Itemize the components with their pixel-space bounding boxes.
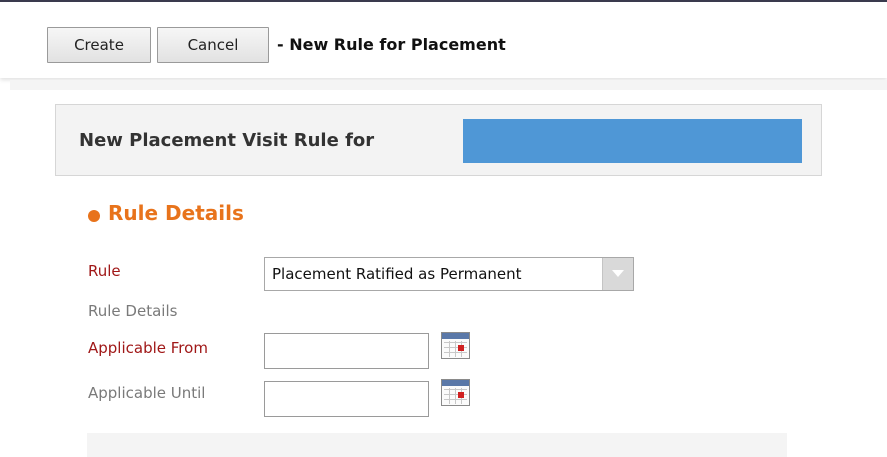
create-button[interactable]: Create <box>47 27 151 63</box>
page-title: - New Rule for Placement <box>277 35 506 54</box>
rule-select[interactable]: Placement Ratified as Permanent <box>264 257 634 291</box>
calendar-icon[interactable] <box>441 379 470 406</box>
divider <box>10 80 887 90</box>
chevron-down-icon[interactable] <box>602 258 633 290</box>
section-title: Rule Details <box>108 201 244 225</box>
calendar-date-marker <box>458 345 464 351</box>
rule-header-title: New Placement Visit Rule for <box>79 130 375 151</box>
footer-strip <box>87 433 787 457</box>
applicable-from-label: Applicable From <box>88 339 208 357</box>
section-bullet-icon <box>88 210 100 222</box>
applicable-from-input[interactable] <box>264 333 429 369</box>
rule-header-panel: New Placement Visit Rule for <box>55 104 822 176</box>
rule-details-label: Rule Details <box>88 302 178 320</box>
rule-label: Rule <box>88 262 121 280</box>
calendar-icon[interactable] <box>441 332 470 359</box>
cancel-button[interactable]: Cancel <box>157 27 269 63</box>
calendar-header <box>442 333 469 339</box>
toolbar: Create Cancel - New Rule for Placement <box>0 2 887 78</box>
calendar-date-marker <box>458 392 464 398</box>
applicable-until-label: Applicable Until <box>88 384 206 402</box>
redacted-name-block <box>463 119 802 163</box>
calendar-header <box>442 380 469 386</box>
rule-select-value: Placement Ratified as Permanent <box>272 265 522 283</box>
applicable-until-input[interactable] <box>264 381 429 417</box>
